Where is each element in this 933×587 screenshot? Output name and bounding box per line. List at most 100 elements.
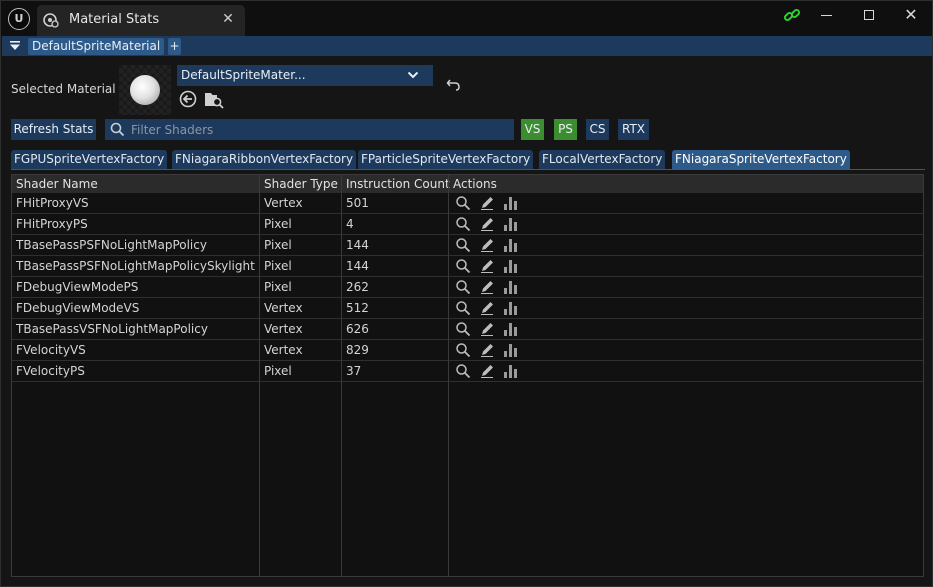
add-material-button[interactable]: + bbox=[168, 38, 181, 55]
stats-icon[interactable] bbox=[503, 342, 519, 358]
link-icon[interactable] bbox=[783, 6, 801, 24]
table-row[interactable]: FVelocityPS Pixel 37 bbox=[12, 361, 923, 382]
stats-icon[interactable] bbox=[503, 363, 519, 379]
stats-icon[interactable] bbox=[503, 258, 519, 274]
shader-name-cell: FDebugViewModeVS bbox=[16, 301, 140, 315]
edit-icon[interactable] bbox=[479, 258, 495, 274]
edit-icon[interactable] bbox=[479, 321, 495, 337]
shader-type-cell: Pixel bbox=[264, 217, 292, 231]
table-row[interactable]: TBasePassPSFNoLightMapPolicy Pixel 144 bbox=[12, 235, 923, 256]
material-toolbar: DefaultSpriteMaterial + bbox=[2, 36, 932, 56]
instruction-count-cell: 37 bbox=[346, 364, 362, 378]
header-instruction-count[interactable]: Instruction Count bbox=[342, 175, 450, 193]
refresh-stats-button[interactable]: Refresh Stats bbox=[11, 119, 96, 140]
material-stats-icon bbox=[43, 13, 59, 28]
table-row[interactable]: FDebugViewModePS Pixel 262 bbox=[12, 277, 923, 298]
column-divider[interactable] bbox=[448, 175, 449, 576]
reset-arrow-icon[interactable] bbox=[446, 78, 461, 92]
edit-icon[interactable] bbox=[479, 300, 495, 316]
tab-fniagara-sprite-vertex-factory[interactable]: FNiagaraSpriteVertexFactory bbox=[672, 150, 850, 169]
instruction-count-cell: 512 bbox=[346, 301, 369, 315]
shader-toggle-ps[interactable]: PS bbox=[554, 119, 577, 140]
material-dropdown[interactable]: DefaultSpriteMater... bbox=[177, 65, 433, 86]
window-close-button[interactable]: ✕ bbox=[894, 4, 928, 26]
shader-type-cell: Vertex bbox=[264, 343, 303, 357]
tab-material-stats[interactable]: Material Stats ✕ bbox=[37, 5, 245, 36]
material-preview-sphere bbox=[130, 75, 160, 105]
table-row[interactable]: FHitProxyPS Pixel 4 bbox=[12, 214, 923, 235]
stats-icon[interactable] bbox=[503, 195, 519, 211]
shader-toggle-vs[interactable]: VS bbox=[521, 119, 544, 140]
search-icon[interactable] bbox=[455, 321, 471, 337]
shader-name-cell: FVelocityVS bbox=[16, 343, 86, 357]
shader-type-cell: Vertex bbox=[264, 301, 303, 315]
shader-table: Shader Name Shader Type Instruction Coun… bbox=[11, 174, 924, 577]
stats-icon[interactable] bbox=[503, 216, 519, 232]
instruction-count-cell: 4 bbox=[346, 217, 354, 231]
edit-icon[interactable] bbox=[479, 342, 495, 358]
shader-name-cell: TBasePassVSFNoLightMapPolicy bbox=[16, 322, 208, 336]
unreal-logo-icon[interactable]: U bbox=[8, 8, 30, 30]
shader-toggle-rtx[interactable]: RTX bbox=[618, 119, 649, 140]
shader-toggle-cs[interactable]: CS bbox=[586, 119, 609, 140]
browse-asset-icon[interactable] bbox=[204, 89, 224, 109]
maximize-icon bbox=[864, 10, 874, 20]
search-icon[interactable] bbox=[455, 363, 471, 379]
search-icon[interactable] bbox=[455, 237, 471, 253]
edit-icon[interactable] bbox=[479, 279, 495, 295]
instruction-count-cell: 144 bbox=[346, 238, 369, 252]
chevron-down-icon bbox=[407, 71, 419, 79]
header-shader-name[interactable]: Shader Name bbox=[12, 175, 260, 193]
search-icon[interactable] bbox=[455, 300, 471, 316]
stats-icon[interactable] bbox=[503, 321, 519, 337]
close-tab-icon[interactable]: ✕ bbox=[221, 11, 235, 27]
use-selected-asset-icon[interactable] bbox=[179, 90, 197, 108]
shader-type-cell: Vertex bbox=[264, 196, 303, 210]
minimize-button[interactable] bbox=[809, 4, 843, 26]
table-row[interactable]: TBasePassPSFNoLightMapPolicySkylight Pixe… bbox=[12, 256, 923, 277]
shader-type-cell: Vertex bbox=[264, 322, 303, 336]
filter-shaders-input[interactable] bbox=[131, 119, 511, 140]
shader-name-cell: TBasePassPSFNoLightMapPolicySkylight bbox=[16, 259, 255, 273]
shader-type-cell: Pixel bbox=[264, 238, 292, 252]
shader-name-cell: FHitProxyVS bbox=[16, 196, 89, 210]
search-icon[interactable] bbox=[455, 195, 471, 211]
tab-underline bbox=[11, 169, 925, 170]
stats-icon[interactable] bbox=[503, 279, 519, 295]
table-row[interactable]: FVelocityVS Vertex 829 bbox=[12, 340, 923, 361]
table-row[interactable]: TBasePassVSFNoLightMapPolicy Vertex 626 bbox=[12, 319, 923, 340]
instruction-count-cell: 626 bbox=[346, 322, 369, 336]
tab-fparticle-sprite-vertex-factory[interactable]: FParticleSpriteVertexFactory bbox=[358, 150, 534, 169]
stats-icon[interactable] bbox=[503, 300, 519, 316]
search-icon[interactable] bbox=[455, 258, 471, 274]
table-header: Shader Name Shader Type Instruction Coun… bbox=[12, 175, 923, 193]
menu-dropdown-icon[interactable] bbox=[9, 40, 21, 52]
header-actions: Actions bbox=[453, 177, 497, 191]
material-thumbnail[interactable] bbox=[119, 65, 171, 115]
tab-fgpu-sprite-vertex-factory[interactable]: FGPUSpriteVertexFactory bbox=[11, 150, 168, 169]
edit-icon[interactable] bbox=[479, 195, 495, 211]
minimize-icon bbox=[820, 14, 832, 16]
header-shader-type[interactable]: Shader Type bbox=[260, 175, 342, 193]
table-row[interactable]: FDebugViewModeVS Vertex 512 bbox=[12, 298, 923, 319]
edit-icon[interactable] bbox=[479, 363, 495, 379]
tab-fniagara-ribbon-vertex-factory[interactable]: FNiagaraRibbonVertexFactory bbox=[172, 150, 357, 169]
edit-icon[interactable] bbox=[479, 237, 495, 253]
search-icon[interactable] bbox=[455, 279, 471, 295]
selected-material-label: Selected Material bbox=[11, 82, 116, 96]
instruction-count-cell: 144 bbox=[346, 259, 369, 273]
tab-flocal-vertex-factory[interactable]: FLocalVertexFactory bbox=[539, 150, 666, 169]
shader-type-cell: Pixel bbox=[264, 364, 292, 378]
stats-icon[interactable] bbox=[503, 237, 519, 253]
material-chip[interactable]: DefaultSpriteMaterial bbox=[28, 38, 165, 55]
column-divider[interactable] bbox=[259, 175, 260, 576]
shader-type-cell: Pixel bbox=[264, 259, 292, 273]
title-bar: U Material Stats ✕ ✕ bbox=[1, 1, 932, 36]
maximize-button[interactable] bbox=[852, 4, 886, 26]
search-icon[interactable] bbox=[455, 342, 471, 358]
edit-icon[interactable] bbox=[479, 216, 495, 232]
material-stats-window: U Material Stats ✕ ✕ DefaultSpriteMateri… bbox=[0, 0, 933, 587]
column-divider[interactable] bbox=[341, 175, 342, 576]
table-row[interactable]: FHitProxyVS Vertex 501 bbox=[12, 193, 923, 214]
search-icon[interactable] bbox=[455, 216, 471, 232]
